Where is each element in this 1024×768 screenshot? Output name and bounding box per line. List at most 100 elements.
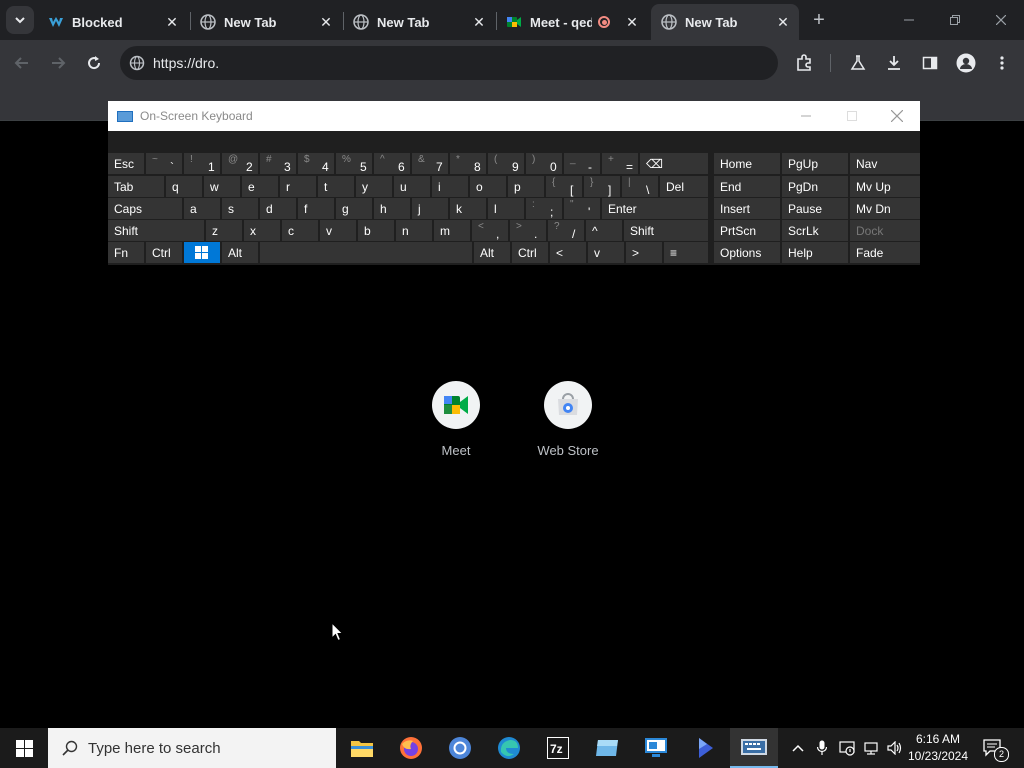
osk-key-pgup[interactable]: PgUp	[782, 153, 848, 174]
osk-key-enter[interactable]: Enter	[602, 198, 708, 219]
osk-key-0[interactable]: ) 0	[526, 153, 562, 174]
tab-search-button[interactable]	[6, 6, 34, 34]
close-tab-icon[interactable]: ✕	[471, 14, 487, 30]
tab-blocked[interactable]: Blocked ✕	[40, 4, 188, 40]
osk-key-mv-up[interactable]: Mv Up	[850, 176, 920, 197]
osk-key-q[interactable]: q	[166, 176, 202, 197]
osk-key-6[interactable]: ^ 6	[374, 153, 410, 174]
osk-key-2[interactable]: @2	[222, 153, 258, 174]
taskbar-edge[interactable]	[485, 728, 533, 768]
osk-key-del[interactable]: Del	[660, 176, 708, 197]
osk-key-8[interactable]: * 8	[450, 153, 486, 174]
osk-key-5[interactable]: % 5	[336, 153, 372, 174]
osk-key-v[interactable]: v	[320, 220, 356, 241]
labs-button[interactable]	[845, 50, 871, 76]
show-hidden-icons-button[interactable]	[788, 728, 808, 768]
osk-key-\[interactable]: | \	[622, 176, 658, 197]
tab-new-tab-active[interactable]: New Tab ✕	[651, 4, 799, 40]
osk-key-alt[interactable]: Alt	[474, 242, 510, 263]
taskbar-file-explorer[interactable]	[338, 728, 386, 768]
osk-key-i[interactable]: i	[432, 176, 468, 197]
back-button[interactable]	[9, 50, 35, 76]
osk-key-p[interactable]: p	[508, 176, 544, 197]
site-info-icon[interactable]	[129, 55, 145, 71]
osk-key-4[interactable]: $4	[298, 153, 334, 174]
osk-key-b[interactable]: b	[358, 220, 394, 241]
osk-key-shift[interactable]: Shift	[108, 220, 204, 241]
osk-key-ctrl[interactable]: Ctrl	[512, 242, 548, 263]
osk-key-s[interactable]: s	[222, 198, 258, 219]
osk-key-c[interactable]: c	[282, 220, 318, 241]
osk-key-n[interactable]: n	[396, 220, 432, 241]
osk-key-y[interactable]: y	[356, 176, 392, 197]
osk-key-nav[interactable]: Nav	[850, 153, 920, 174]
osk-key-space[interactable]	[260, 242, 472, 263]
osk-key-help[interactable]: Help	[782, 242, 848, 263]
osk-key-<[interactable]: <	[550, 242, 586, 263]
close-tab-icon[interactable]: ✕	[318, 14, 334, 30]
osk-key-caps[interactable]: Caps	[108, 198, 182, 219]
osk-key-r[interactable]: r	[280, 176, 316, 197]
osk-key-≡[interactable]: ≡	[664, 242, 708, 263]
microphone-tray-button[interactable]	[812, 728, 832, 768]
taskbar-on-screen-keyboard[interactable]	[730, 728, 778, 768]
downloads-button[interactable]	[881, 50, 907, 76]
taskbar-power-automate[interactable]	[681, 728, 729, 768]
osk-key-z[interactable]: z	[206, 220, 242, 241]
close-tab-icon[interactable]: ✕	[775, 14, 791, 30]
tab-meet[interactable]: Meet - qed ✕	[498, 4, 648, 40]
osk-key-g[interactable]: g	[336, 198, 372, 219]
osk-key-.[interactable]: >.	[510, 220, 546, 241]
osk-key-v[interactable]: v	[588, 242, 624, 263]
osk-minimize-button[interactable]	[783, 101, 829, 131]
security-tray-button[interactable]	[836, 728, 858, 768]
minimize-button[interactable]	[886, 0, 932, 40]
reload-button[interactable]	[81, 50, 107, 76]
osk-key-,[interactable]: <,	[472, 220, 508, 241]
osk-key-w[interactable]: w	[204, 176, 240, 197]
menu-button[interactable]	[989, 50, 1015, 76]
osk-key-j[interactable]: j	[412, 198, 448, 219]
osk-key-a[interactable]: a	[184, 198, 220, 219]
osk-key-o[interactable]: o	[470, 176, 506, 197]
osk-key-t[interactable]: t	[318, 176, 354, 197]
osk-key-7[interactable]: & 7	[412, 153, 448, 174]
osk-key-windows[interactable]	[184, 242, 220, 263]
osk-key-dock[interactable]: Dock	[850, 220, 920, 241]
osk-key-end[interactable]: End	[714, 176, 780, 197]
osk-key-x[interactable]: x	[244, 220, 280, 241]
osk-key-pause[interactable]: Pause	[782, 198, 848, 219]
osk-key-k[interactable]: k	[450, 198, 486, 219]
osk-key-mv-dn[interactable]: Mv Dn	[850, 198, 920, 219]
extensions-button[interactable]	[791, 50, 817, 76]
profile-button[interactable]	[953, 50, 979, 76]
osk-key-f[interactable]: f	[298, 198, 334, 219]
osk-key-tab[interactable]: Tab	[108, 176, 164, 197]
notification-center-button[interactable]: 2	[978, 728, 1009, 768]
osk-key-pgdn[interactable]: PgDn	[782, 176, 848, 197]
osk-key-fade[interactable]: Fade	[850, 242, 920, 263]
restore-button[interactable]	[932, 0, 978, 40]
osk-key-scrlk[interactable]: ScrLk	[782, 220, 848, 241]
osk-key-insert[interactable]: Insert	[714, 198, 780, 219]
osk-key-/[interactable]: ? /	[548, 220, 584, 241]
osk-key-1[interactable]: ! 1	[184, 153, 220, 174]
taskbar-7zip[interactable]: 7z	[534, 728, 582, 768]
osk-key-alt[interactable]: Alt	[222, 242, 258, 263]
close-tab-icon[interactable]: ✕	[624, 14, 640, 30]
address-bar[interactable]: https://dro.	[120, 46, 778, 80]
osk-key-`[interactable]: ~ `	[146, 153, 182, 174]
taskbar-chrome[interactable]	[436, 728, 484, 768]
osk-key-u[interactable]: u	[394, 176, 430, 197]
osk-key-m[interactable]: m	[434, 220, 470, 241]
taskbar-remote-desktop[interactable]	[632, 728, 680, 768]
osk-key-][interactable]: }]	[584, 176, 620, 197]
osk-key-=[interactable]: + =	[602, 153, 638, 174]
osk-key->[interactable]: >	[626, 242, 662, 263]
close-tab-icon[interactable]: ✕	[164, 14, 180, 30]
osk-key-esc[interactable]: Esc	[108, 153, 144, 174]
forward-button[interactable]	[45, 50, 71, 76]
osk-key-⌫[interactable]: ⌫	[640, 153, 708, 174]
new-tab-button[interactable]: +	[806, 7, 832, 33]
osk-key-h[interactable]: h	[374, 198, 410, 219]
